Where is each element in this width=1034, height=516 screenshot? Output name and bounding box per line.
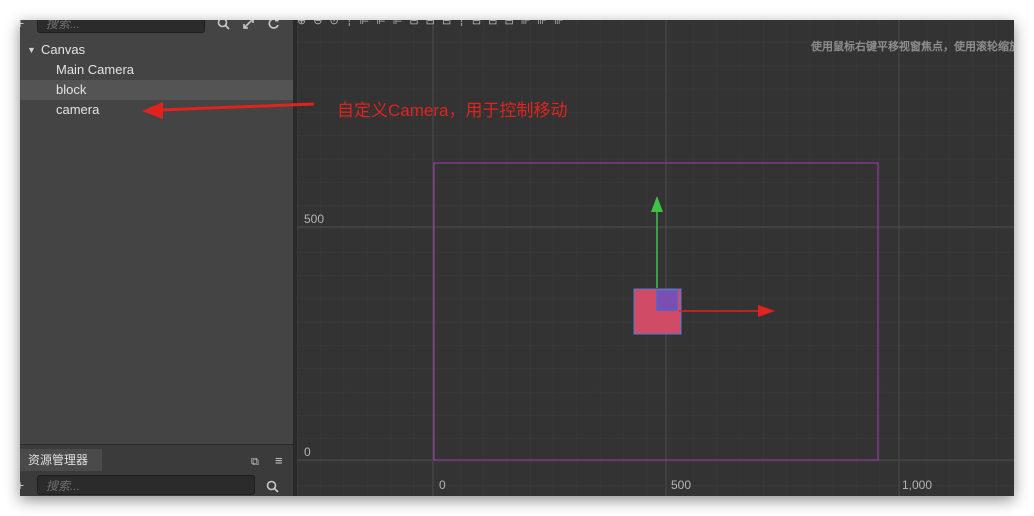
assets-search-input[interactable]: 搜索... [37,475,255,495]
tree-node-canvas[interactable]: ▼ Canvas [20,40,293,60]
annotation-note: 自定义Camera，用于控制移动 [337,101,568,120]
xy-move-handle[interactable] [656,290,678,311]
tree-node-label: Main Camera [56,62,135,77]
x-tick-label: 500 [671,478,692,492]
scene-view[interactable]: ⊕ ⊖ ⊙ ┆ ⊫ ⊫ ⊫ ⊟ ⊟ ⊟ ┆ ⊟ ⊟ ⊟ ⊪ ⊪ ⊪ 使用鼠标右键… [297,20,1014,496]
y-tick-label: 500 [304,212,325,226]
scene-toolbar[interactable]: ⊕ ⊖ ⊙ ┆ ⊫ ⊫ ⊫ ⊟ ⊟ ⊟ ┆ ⊟ ⊟ ⊟ ⊪ ⊪ ⊪ [297,20,1014,28]
scene-hint: 使用鼠标右键平移视窗焦点，使用滚轮缩放 [811,41,1014,53]
expand-icon[interactable] [242,20,255,32]
tree-node-block[interactable]: block [20,80,293,100]
hierarchy-panel: + 搜索... ▼ Canvas Main Camera block camer… [20,20,293,496]
expand-arrow-icon[interactable]: ▼ [27,40,36,60]
assets-search-icon[interactable] [266,480,279,495]
tree-node-camera[interactable]: camera [20,100,293,120]
refresh-icon[interactable] [267,20,280,32]
tree-node-label: block [56,82,87,97]
tree-node-label: Canvas [41,42,86,57]
hierarchy-search-input[interactable]: 搜索... [37,20,205,33]
x-tick-label: 0 [439,478,446,492]
add-icon[interactable]: + [20,20,24,30]
editor-window: + 搜索... ▼ Canvas Main Camera block camer… [20,20,1014,496]
assets-panel: 资源管理器 ⧉ ≡ + 搜索... [20,444,293,496]
tree-node-main-camera[interactable]: Main Camera [20,60,293,80]
search-icon[interactable] [217,20,230,32]
tree-node-label: camera [56,102,100,117]
menu-icon[interactable]: ≡ [275,454,283,468]
x-tick-label: 1,000 [902,478,933,492]
add-asset-icon[interactable]: + [20,478,24,492]
popout-icon[interactable]: ⧉ [251,455,259,469]
scene-grid [297,20,1014,496]
tab-assets[interactable]: 资源管理器 [20,449,102,471]
y-tick-label: 0 [304,445,311,459]
